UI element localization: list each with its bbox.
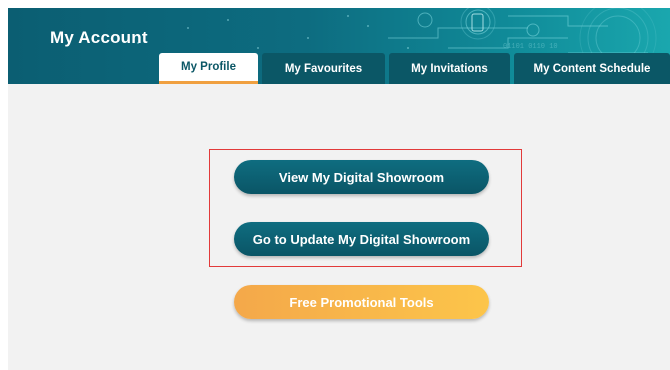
tab-my-favourites[interactable]: My Favourites [262,53,385,84]
account-page: 01101 0110 10 My Account My Profile My F… [8,8,670,370]
svg-text:01101 0110 10: 01101 0110 10 [503,43,558,51]
account-header: 01101 0110 10 My Account My Profile My F… [8,8,670,84]
update-showroom-button[interactable]: Go to Update My Digital Showroom [234,222,489,256]
page-title: My Account [50,28,148,47]
tab-my-profile[interactable]: My Profile [159,53,258,84]
tab-my-content-schedule[interactable]: My Content Schedule [514,53,670,84]
view-showroom-button[interactable]: View My Digital Showroom [234,160,489,194]
tab-my-invitations[interactable]: My Invitations [389,53,510,84]
promo-tools-button[interactable]: Free Promotional Tools [234,285,489,319]
